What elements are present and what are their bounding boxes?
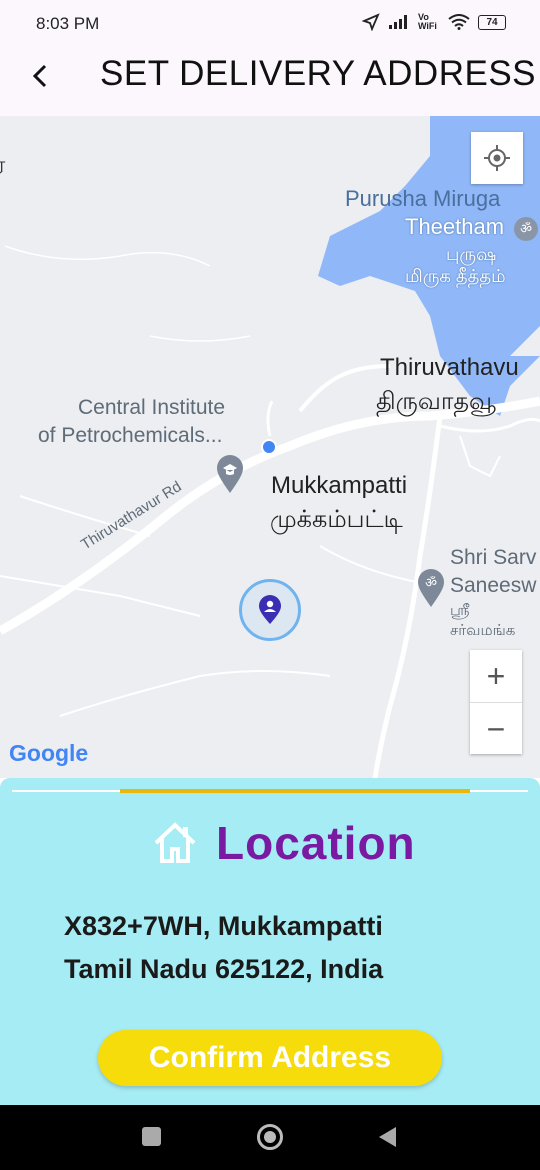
system-nav-bar xyxy=(0,1105,540,1170)
zoom-controls: + − xyxy=(470,650,522,754)
back-nav-icon[interactable] xyxy=(376,1125,398,1149)
home-dot-icon xyxy=(264,1131,276,1143)
place-label-saneesw: Saneesw xyxy=(450,574,537,597)
current-location-dot xyxy=(261,439,277,455)
accent-bar xyxy=(120,789,470,793)
status-time: 8:03 PM xyxy=(36,14,100,33)
arrow-back-icon xyxy=(32,64,47,88)
temple-pin-icon: ॐ xyxy=(418,569,444,607)
home-icon xyxy=(154,822,196,863)
selected-location-marker[interactable] xyxy=(239,579,301,641)
location-title: Location xyxy=(216,817,416,869)
school-pin-icon xyxy=(217,455,243,493)
person-pin-icon xyxy=(259,595,281,624)
location-arrow-icon xyxy=(362,13,380,31)
page-title: SET DELIVERY ADDRESS xyxy=(100,54,537,93)
place-label-purusha-ta: புருஷ xyxy=(446,244,497,264)
place-label-mukkampatti: Mukkampatti xyxy=(271,472,408,499)
temple-icon: ॐ xyxy=(514,217,538,241)
wifi-icon xyxy=(448,14,470,30)
place-label-shri-ta: ஸ்ரீ xyxy=(450,602,470,619)
svg-text:ॐ: ॐ xyxy=(425,575,437,590)
battery-icon: 74 xyxy=(478,14,506,30)
my-location-button[interactable] xyxy=(471,132,523,184)
signal-icon xyxy=(389,15,407,29)
map-view[interactable]: ர Purusha Miruga Theetham ॐ புருஷ மிருக … xyxy=(0,116,540,778)
zoom-out-button[interactable]: − xyxy=(470,703,522,755)
place-label-theetham: Theetham xyxy=(405,214,505,239)
place-label-miruga-ta: மிருக தீத்தம் xyxy=(405,266,506,286)
place-label-sarva-ta: சர்வமங்க xyxy=(450,622,516,639)
map-edge-glyph: ர xyxy=(0,152,5,181)
place-label-purusha: Purusha Miruga xyxy=(345,186,501,211)
location-title-row: Location xyxy=(152,816,416,870)
address-line-1: X832+7WH, Mukkampatti xyxy=(64,911,383,941)
vowifi-label: Vo WiFi xyxy=(418,12,437,31)
zoom-in-button[interactable]: + xyxy=(470,650,522,703)
place-label-thiruvathavu: Thiruvathavu xyxy=(380,354,519,381)
place-label-cipet-1: Central Institute xyxy=(78,396,226,419)
back-button[interactable] xyxy=(22,56,58,96)
status-bar: 8:03 PM Vo WiFi 74 xyxy=(0,0,540,48)
confirm-address-button[interactable]: Confirm Address xyxy=(98,1030,442,1086)
crosshair-icon xyxy=(484,145,510,171)
google-attribution: Google xyxy=(9,740,89,766)
address-line-2: Tamil Nadu 625122, India xyxy=(64,954,384,984)
place-label-thiruvathavu-ta: திருவாதவூ xyxy=(376,388,497,415)
app-header: SET DELIVERY ADDRESS xyxy=(0,48,540,116)
recents-button[interactable] xyxy=(142,1127,161,1146)
place-label-shri-sarv: Shri Sarv xyxy=(450,546,537,569)
home-button[interactable] xyxy=(257,1124,283,1150)
place-label-mukkampatti-ta: முக்கம்பட்டி xyxy=(270,506,403,533)
location-card: Location X832+7WH, Mukkampatti Tamil Nad… xyxy=(0,778,540,1105)
status-icons: Vo WiFi 74 xyxy=(362,13,506,31)
place-label-cipet-2: of Petrochemicals... xyxy=(38,424,223,447)
